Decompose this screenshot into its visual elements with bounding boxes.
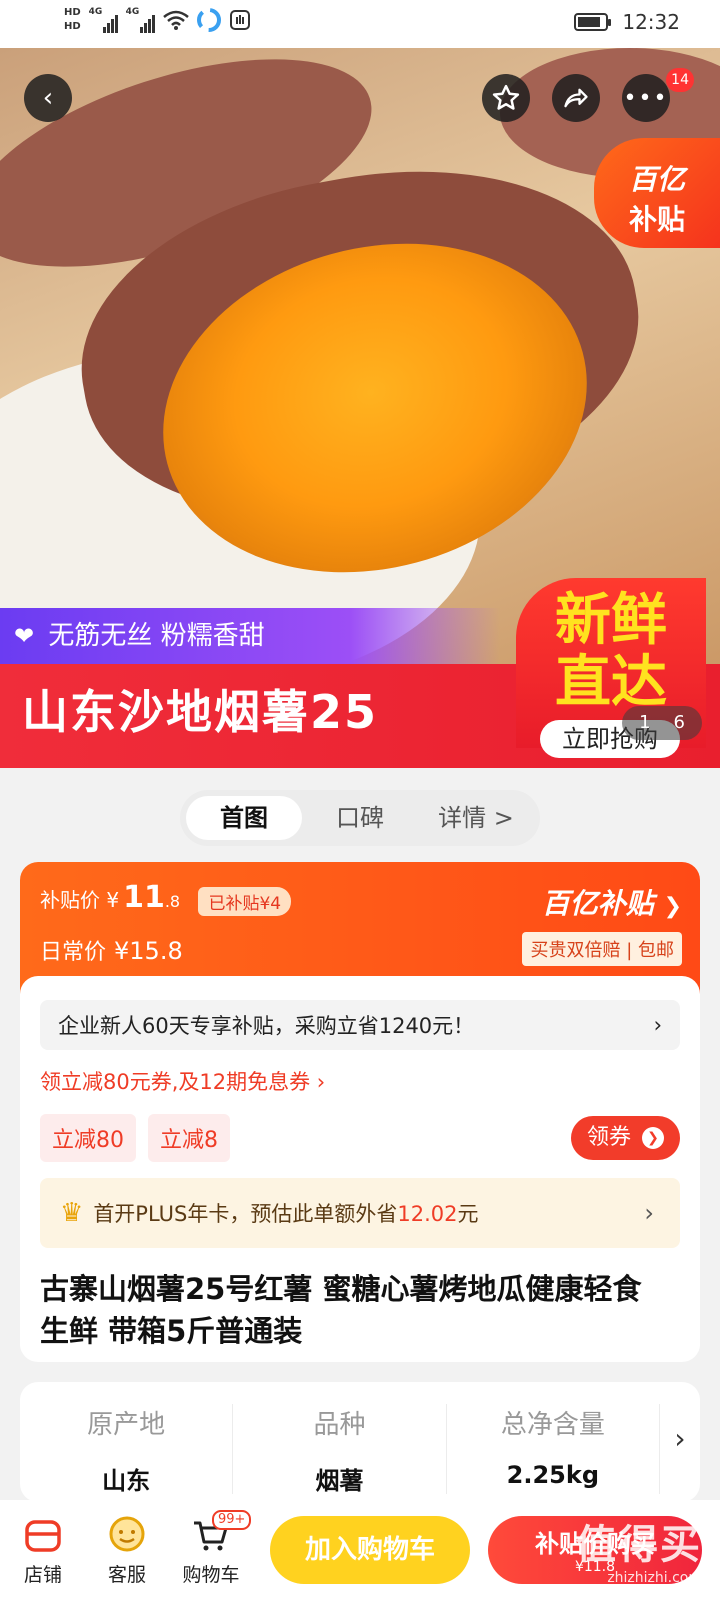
daily-price-value: ¥15.8 <box>114 937 183 965</box>
spec-key: 品种 <box>313 1410 366 1440</box>
status-left: HD HD 4G 4G <box>64 6 251 34</box>
network1-label: 4G <box>88 7 103 17</box>
spec-card[interactable]: 原产地 山东 品种 烟薯 总净含量 2.25kg › <box>20 1382 700 1502</box>
spec-value: 山东 <box>102 1467 151 1495</box>
store-button[interactable]: 店铺 <box>8 1510 78 1587</box>
yi-title: 百亿补贴 ❯ <box>522 882 682 922</box>
hd-indicator: HD HD <box>64 6 81 34</box>
promotion-section: 企业新人60天专享补贴，采购立省1240元！ › 领立减80元券,及12期免息券… <box>20 976 700 1352</box>
image-pager: 1 6 <box>622 706 702 740</box>
hand-icon <box>229 10 250 30</box>
back-button[interactable]: ‹ <box>24 74 72 122</box>
spec-value: 烟薯 <box>315 1467 364 1495</box>
plus-prefix: 首开PLUS年卡，预估此单额外省 <box>93 1202 398 1226</box>
battery-icon <box>574 13 612 31</box>
coupon-link[interactable]: 领立减80元券,及12期免息券 › <box>40 1066 680 1096</box>
hd1-label: HD <box>64 7 81 18</box>
plus-membership-row[interactable]: ♛ 首开PLUS年卡，预估此单额外省12.02元 › <box>40 1178 680 1248</box>
back-arrow-icon: ‹ <box>42 83 54 113</box>
customer-service-button[interactable]: 客服 <box>92 1510 162 1587</box>
chevron-circle-icon: ❯ <box>642 1127 664 1149</box>
store-icon <box>8 1510 78 1560</box>
plus-amount: 12.02 <box>397 1202 458 1226</box>
customer-service-label: 客服 <box>107 1564 146 1586</box>
chevron-right-icon: › <box>653 1013 662 1037</box>
plus-text: 首开PLUS年卡，预估此单额外省12.02元 <box>93 1198 478 1228</box>
watermark-text: 值得买 <box>576 1522 702 1568</box>
billion-subsidy-link[interactable]: 百亿补贴 ❯ 买贵双倍赔 | 包邮 <box>522 882 682 966</box>
subsidized-amount-chip: 已补贴¥4 <box>198 887 292 916</box>
plus-suffix: 元 <box>457 1202 479 1226</box>
more-button[interactable]: ••• <box>622 74 670 122</box>
enterprise-subsidy-text: 企业新人60天专享补贴，采购立省1240元！ <box>58 1014 475 1038</box>
watermark-url: zhizhizhi.com <box>607 1570 702 1586</box>
cart-button[interactable]: 购物车 99+ <box>176 1510 252 1587</box>
pager-total: 6 <box>673 712 685 733</box>
star-icon <box>492 84 520 110</box>
discount-chips: 立减80 立减8 领券 ❯ <box>40 1114 680 1162</box>
heart-icon: ❤ <box>14 622 35 650</box>
share-icon <box>564 88 588 108</box>
status-bar: HD HD 4G 4G 12:32 <box>0 0 720 48</box>
cart-label: 购物车 <box>182 1564 240 1586</box>
content-tabs: 首图 口碑 详情 > <box>180 790 540 846</box>
subsidy-price-int: 11 <box>123 880 165 915</box>
subsidy-price-dec: .8 <box>164 892 181 911</box>
bottom-action-bar: 店铺 客服 购物车 99+ 加入购物车 补贴价购买 ¥11.8 值得买 zhiz… <box>0 1500 720 1600</box>
yi-badge-line2: 补贴 <box>628 203 685 236</box>
hero-title: 山东沙地烟薯25 <box>22 685 379 739</box>
discount-chip: 立减8 <box>148 1114 230 1162</box>
tab-reviews[interactable]: 口碑 <box>302 796 418 840</box>
signal-icon: 4G <box>89 7 118 33</box>
chevron-right-icon[interactable]: › <box>660 1404 700 1502</box>
store-label: 店铺 <box>23 1564 62 1586</box>
network2-label: 4G <box>125 7 140 17</box>
crown-icon: ♛ <box>60 1198 84 1228</box>
billion-subsidy-badge: 百亿 补贴 <box>594 138 720 248</box>
currency-symbol: ¥ <box>106 888 120 912</box>
enterprise-subsidy-row[interactable]: 企业新人60天专享补贴，采购立省1240元！ › <box>40 1000 680 1050</box>
spec-key: 总净含量 <box>500 1410 605 1440</box>
more-icon: ••• <box>623 85 669 111</box>
tab-main-image[interactable]: 首图 <box>186 796 302 840</box>
add-to-cart-button[interactable]: 加入购物车 <box>270 1516 470 1584</box>
spec-origin: 原产地 山东 <box>20 1404 234 1495</box>
spec-variety: 品种 烟薯 <box>233 1404 447 1495</box>
wifi-icon <box>162 10 189 30</box>
spec-key: 原产地 <box>87 1410 166 1440</box>
yi-title-text: 百亿补贴 <box>541 887 654 920</box>
spec-value: 2.25kg <box>506 1461 599 1489</box>
claim-coupon-button[interactable]: 领券 ❯ <box>570 1116 680 1160</box>
daily-price-label: 日常价 <box>40 940 107 965</box>
hd2-label: HD <box>64 21 81 32</box>
product-title: 古寨山烟薯25号红薯 蜜糖心薯烤地瓜健康轻食 生鲜 带箱5斤普通装 <box>40 1272 642 1348</box>
chevron-right-icon: › <box>644 1199 654 1227</box>
spec-net-weight: 总净含量 2.25kg <box>447 1404 660 1494</box>
watermark: 值得买 zhizhizhi.com <box>576 1512 702 1586</box>
fresh-line1: 新鲜 <box>555 588 667 653</box>
app-notification-icon <box>196 8 221 32</box>
product-hero-image[interactable]: ‹ ••• 14 百亿 补贴 ❤ 无筋无丝 粉糯香甜 山东沙地烟薯25 新鲜 直… <box>0 48 720 768</box>
favorite-button[interactable] <box>482 74 530 122</box>
share-button[interactable] <box>552 74 600 122</box>
cart-count-badge: 99+ <box>212 1510 252 1530</box>
yi-guarantee-text: 买贵双倍赔 | 包邮 <box>522 932 682 966</box>
discount-chip: 立减80 <box>40 1114 136 1162</box>
subsidy-price-label: 补贴价 <box>40 888 100 912</box>
clock: 12:32 <box>622 10 680 34</box>
fresh-line2: 直达 <box>555 650 667 715</box>
message-count-badge: 14 <box>666 68 694 92</box>
price-card: 补贴价 ¥11.8 已补贴¥4 日常价 ¥15.8 百亿补贴 ❯ 买贵双倍赔 | … <box>20 862 700 1362</box>
status-right: 12:32 <box>574 10 680 34</box>
claim-coupon-label: 领券 <box>586 1125 631 1150</box>
pager-current: 1 <box>639 712 651 733</box>
chevron-right-icon: ❯ <box>663 894 682 919</box>
tagline-text: 无筋无丝 粉糯香甜 <box>48 621 265 651</box>
customer-service-icon <box>92 1510 162 1560</box>
signal2-icon: 4G <box>126 7 155 33</box>
tagline-bar: ❤ 无筋无丝 粉糯香甜 <box>0 608 500 664</box>
tab-details[interactable]: 详情 > <box>418 796 534 840</box>
yi-badge-line1: 百亿 <box>628 163 685 196</box>
